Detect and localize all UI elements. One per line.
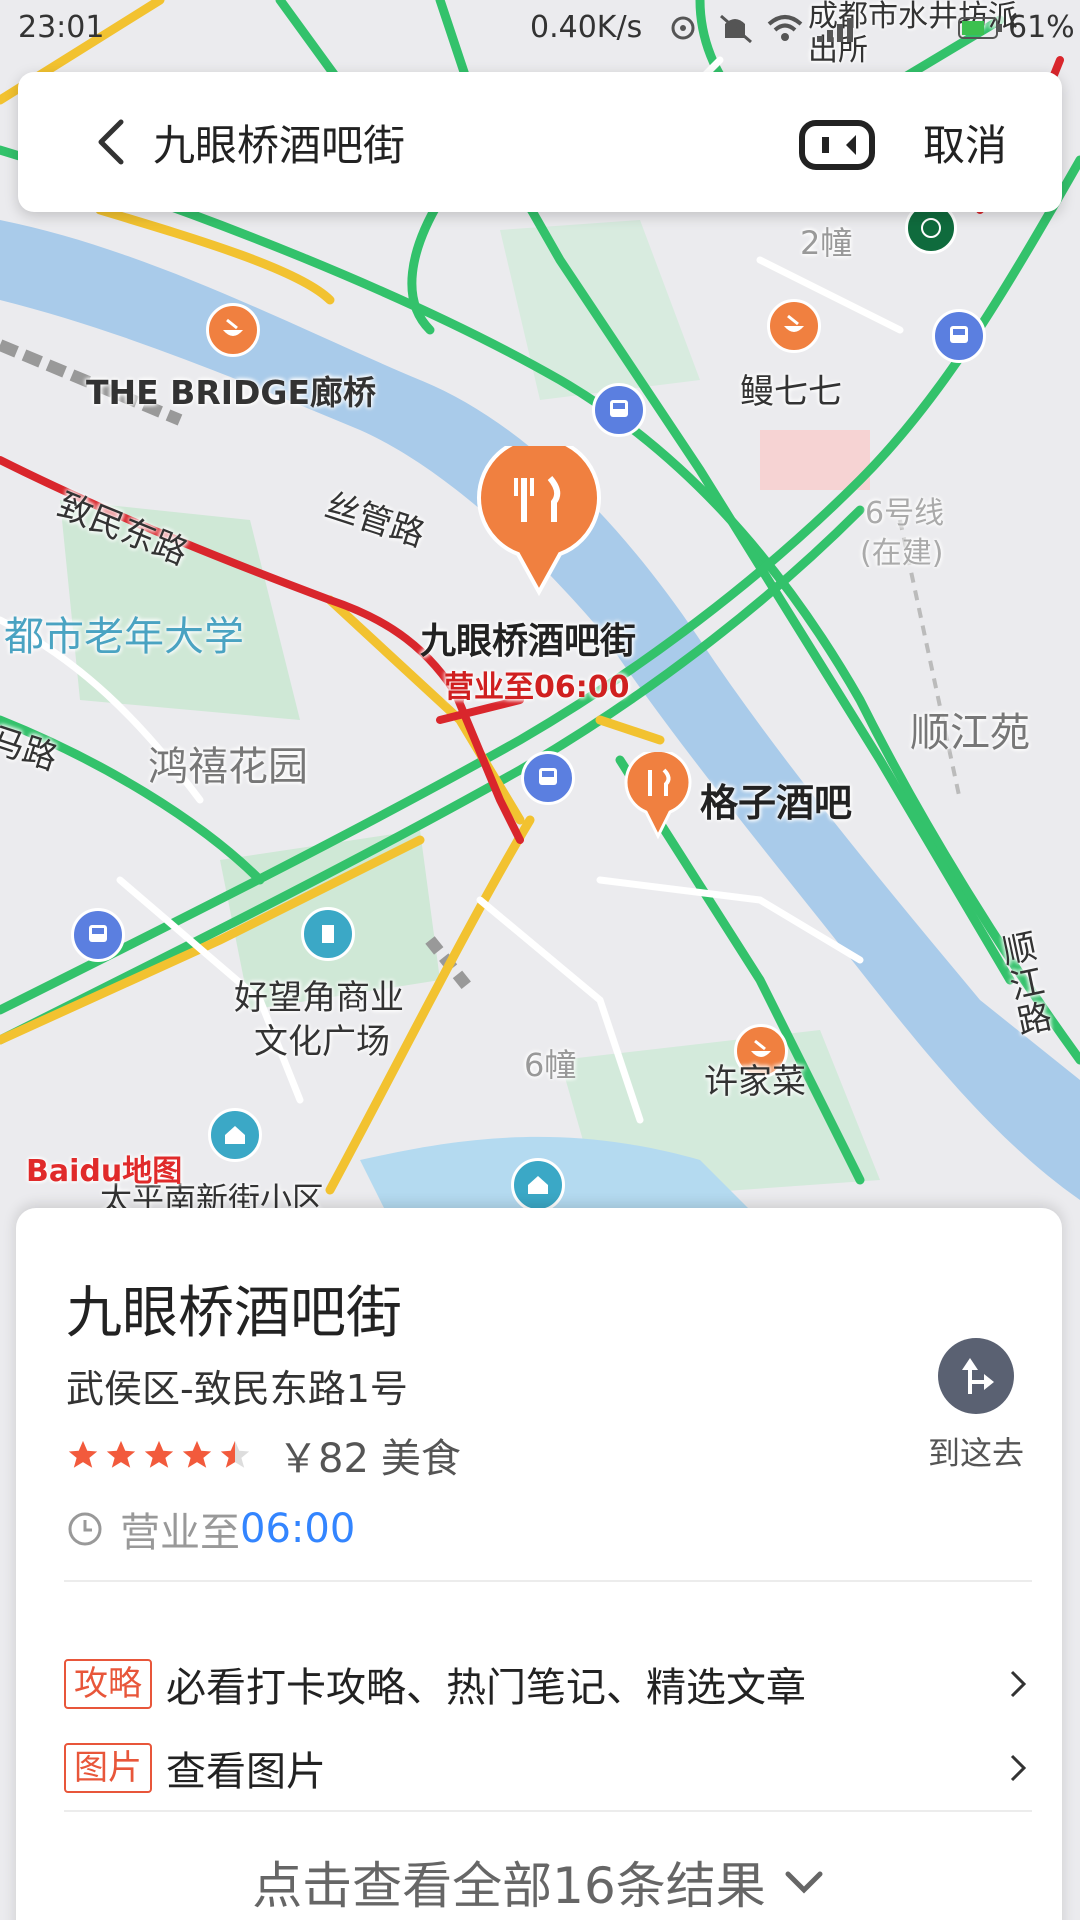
map-label-xu-jia-cai[interactable]: 许家菜 <box>704 1054 806 1103</box>
star-full-icon <box>106 1440 136 1468</box>
battery-percent: 61% <box>1008 10 1075 45</box>
map-label-the-bridge[interactable]: THE BRIDGE廊桥 <box>86 366 376 414</box>
map-label-elder-university[interactable]: 都市老年大学 <box>4 604 244 662</box>
baidu-map-logo: Baidu地图 <box>26 1154 183 1189</box>
map-label-metro-line-6: 6号线 <box>865 496 945 531</box>
photos-tag: 图片 <box>64 1743 152 1793</box>
wifi-icon <box>767 15 803 41</box>
mute-bell-icon <box>720 14 752 44</box>
hours-prefix: 营业至 <box>120 1510 240 1556</box>
search-input[interactable]: 九眼桥酒吧街 <box>153 112 405 173</box>
place-address: 武侯区-致民东路1号 <box>66 1367 408 1411</box>
bus-stop-icon[interactable] <box>592 383 646 437</box>
status-icons <box>665 8 865 56</box>
price-per-person: ￥82 <box>278 1436 369 1482</box>
ar-glasses-icon[interactable] <box>798 117 878 173</box>
residential-poi-icon[interactable] <box>511 1158 565 1212</box>
restaurant-pin-icon[interactable] <box>767 299 821 353</box>
map-label-shun-jiang-yuan[interactable]: 顺江苑 <box>910 700 1030 758</box>
place-detail-card[interactable]: 九眼桥酒吧街 武侯区-致民东路1号 ￥82 美食 营业至 06:00 到这去 攻… <box>16 1208 1062 1920</box>
map-label-man-qi-qi[interactable]: 鳗七七 <box>740 364 842 413</box>
cancel-button[interactable]: 取消 <box>923 112 1007 173</box>
signal-icon <box>817 18 853 42</box>
place-name[interactable]: 九眼桥酒吧街 <box>66 1268 402 1349</box>
star-full-icon <box>144 1440 174 1468</box>
guide-row[interactable]: 攻略 必看打卡攻略、热门笔记、精选文章 <box>64 1654 1032 1714</box>
guide-row-text[interactable]: 必看打卡攻略、热门笔记、精选文章 <box>166 1655 1002 1713</box>
place-category: 美食 <box>380 1436 461 1482</box>
gezi-bar-pin-icon[interactable] <box>624 748 692 840</box>
chevron-right-icon[interactable] <box>1002 1748 1032 1788</box>
divider <box>64 1810 1032 1812</box>
navigate-button[interactable]: 到这去 <box>906 1338 1046 1474</box>
battery-indicator: 61% <box>958 10 1075 45</box>
photos-row-text[interactable]: 查看图片 <box>166 1739 1002 1797</box>
guide-tag: 攻略 <box>64 1659 152 1709</box>
photos-row[interactable]: 图片 查看图片 <box>64 1738 1032 1798</box>
navigate-label[interactable]: 到这去 <box>906 1428 1046 1474</box>
divider <box>64 1580 1032 1582</box>
map-label-haowangjiao[interactable]: 好望角商业 <box>234 970 404 1019</box>
app-root: 成都市水井坊派出所 THE BRIDGE廊桥 鳗七七 2幢 6号线 (在建) 丝… <box>0 0 1080 1920</box>
hotspot-icon <box>671 16 695 40</box>
network-speed: 0.40K/s <box>530 10 643 45</box>
map-label-haowangjiao-line2[interactable]: 文化广场 <box>254 1014 390 1063</box>
chevron-right-icon[interactable] <box>1002 1664 1032 1704</box>
bus-stop-icon[interactable] <box>932 309 986 363</box>
selected-place-pin-icon[interactable] <box>476 435 602 597</box>
opening-hours: 营业至 06:00 <box>66 1500 355 1558</box>
hours-time: 06:00 <box>240 1506 356 1552</box>
status-time: 23:01 <box>18 10 105 45</box>
map-label-gezi-bar[interactable]: 格子酒吧 <box>700 772 852 827</box>
map-label-selected-place-hours: 营业至06:00 <box>444 670 630 705</box>
back-arrow-icon[interactable] <box>83 112 143 172</box>
star-full-icon <box>182 1440 212 1468</box>
star-full-icon <box>68 1440 98 1468</box>
battery-icon <box>958 16 1002 39</box>
star-half-icon <box>220 1440 250 1468</box>
map-label-hong-xi-garden[interactable]: 鸿禧花园 <box>148 734 308 792</box>
map-label-selected-place[interactable]: 九眼桥酒吧街 <box>420 612 636 664</box>
map-label-metro-line-6-status: (在建) <box>860 536 944 571</box>
clock-icon <box>68 1512 102 1546</box>
bus-stop-icon[interactable] <box>71 908 125 962</box>
building-poi-icon[interactable] <box>301 907 355 961</box>
map-label-building-6: 6幢 <box>524 1046 577 1084</box>
restaurant-pin-icon[interactable] <box>206 303 260 357</box>
map-label-building-2: 2幢 <box>800 224 853 262</box>
residential-poi-icon[interactable] <box>208 1108 262 1162</box>
route-arrow-icon[interactable] <box>938 1338 1014 1414</box>
view-all-results-label[interactable]: 点击查看全部16条结果 <box>252 1846 766 1918</box>
rating-row: ￥82 美食 <box>66 1430 461 1482</box>
status-bar: 23:01 0.40K/s 61% <box>0 0 1080 60</box>
bus-stop-icon[interactable] <box>521 751 575 805</box>
chevron-down-icon[interactable] <box>782 1862 826 1902</box>
search-bar: 九眼桥酒吧街 取消 <box>18 72 1062 212</box>
view-all-results-button[interactable]: 点击查看全部16条结果 <box>16 1846 1062 1918</box>
